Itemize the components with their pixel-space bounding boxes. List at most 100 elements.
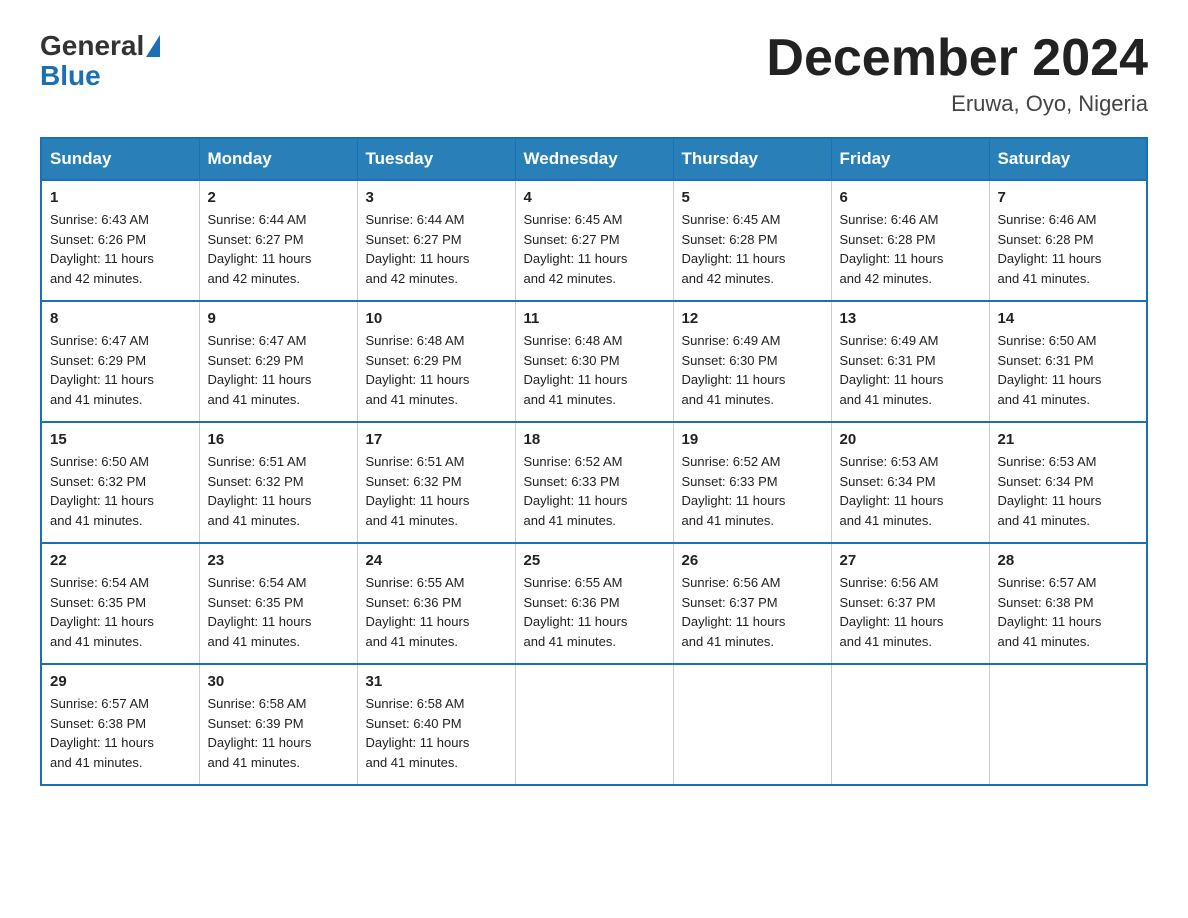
calendar-week-3: 15 Sunrise: 6:50 AMSunset: 6:32 PMDaylig… [41,422,1147,543]
calendar-cell: 5 Sunrise: 6:45 AMSunset: 6:28 PMDayligh… [673,180,831,301]
day-info: Sunrise: 6:57 AMSunset: 6:38 PMDaylight:… [998,573,1139,651]
day-info: Sunrise: 6:55 AMSunset: 6:36 PMDaylight:… [366,573,507,651]
day-number: 31 [366,673,507,690]
day-number: 19 [682,431,823,448]
day-info: Sunrise: 6:47 AMSunset: 6:29 PMDaylight:… [208,331,349,409]
day-info: Sunrise: 6:46 AMSunset: 6:28 PMDaylight:… [840,210,981,288]
day-number: 2 [208,189,349,206]
weekday-header-saturday: Saturday [989,138,1147,180]
day-info: Sunrise: 6:56 AMSunset: 6:37 PMDaylight:… [840,573,981,651]
calendar-cell: 25 Sunrise: 6:55 AMSunset: 6:36 PMDaylig… [515,543,673,664]
day-number: 5 [682,189,823,206]
page-header: General Blue December 2024 Eruwa, Oyo, N… [40,30,1148,117]
calendar-cell: 14 Sunrise: 6:50 AMSunset: 6:31 PMDaylig… [989,301,1147,422]
day-info: Sunrise: 6:46 AMSunset: 6:28 PMDaylight:… [998,210,1139,288]
day-info: Sunrise: 6:49 AMSunset: 6:30 PMDaylight:… [682,331,823,409]
calendar-cell: 16 Sunrise: 6:51 AMSunset: 6:32 PMDaylig… [199,422,357,543]
day-number: 15 [50,431,191,448]
day-info: Sunrise: 6:51 AMSunset: 6:32 PMDaylight:… [366,452,507,530]
calendar-cell: 22 Sunrise: 6:54 AMSunset: 6:35 PMDaylig… [41,543,199,664]
weekday-header-row: SundayMondayTuesdayWednesdayThursdayFrid… [41,138,1147,180]
weekday-header-thursday: Thursday [673,138,831,180]
logo-triangle-icon [146,35,160,57]
calendar-cell: 18 Sunrise: 6:52 AMSunset: 6:33 PMDaylig… [515,422,673,543]
calendar-cell: 13 Sunrise: 6:49 AMSunset: 6:31 PMDaylig… [831,301,989,422]
day-number: 28 [998,552,1139,569]
day-info: Sunrise: 6:47 AMSunset: 6:29 PMDaylight:… [50,331,191,409]
day-number: 24 [366,552,507,569]
day-info: Sunrise: 6:54 AMSunset: 6:35 PMDaylight:… [50,573,191,651]
weekday-header-tuesday: Tuesday [357,138,515,180]
day-number: 12 [682,310,823,327]
calendar-cell: 2 Sunrise: 6:44 AMSunset: 6:27 PMDayligh… [199,180,357,301]
calendar-cell: 7 Sunrise: 6:46 AMSunset: 6:28 PMDayligh… [989,180,1147,301]
day-info: Sunrise: 6:57 AMSunset: 6:38 PMDaylight:… [50,694,191,772]
logo-general-text: General [40,30,144,62]
calendar-cell: 1 Sunrise: 6:43 AMSunset: 6:26 PMDayligh… [41,180,199,301]
calendar-cell: 23 Sunrise: 6:54 AMSunset: 6:35 PMDaylig… [199,543,357,664]
day-number: 22 [50,552,191,569]
day-number: 29 [50,673,191,690]
day-info: Sunrise: 6:58 AMSunset: 6:39 PMDaylight:… [208,694,349,772]
day-number: 13 [840,310,981,327]
day-info: Sunrise: 6:45 AMSunset: 6:27 PMDaylight:… [524,210,665,288]
calendar-cell: 28 Sunrise: 6:57 AMSunset: 6:38 PMDaylig… [989,543,1147,664]
day-number: 25 [524,552,665,569]
day-number: 18 [524,431,665,448]
day-info: Sunrise: 6:52 AMSunset: 6:33 PMDaylight:… [524,452,665,530]
calendar-cell: 3 Sunrise: 6:44 AMSunset: 6:27 PMDayligh… [357,180,515,301]
calendar-cell: 24 Sunrise: 6:55 AMSunset: 6:36 PMDaylig… [357,543,515,664]
calendar-cell: 9 Sunrise: 6:47 AMSunset: 6:29 PMDayligh… [199,301,357,422]
weekday-header-sunday: Sunday [41,138,199,180]
calendar-cell: 31 Sunrise: 6:58 AMSunset: 6:40 PMDaylig… [357,664,515,785]
calendar-cell: 20 Sunrise: 6:53 AMSunset: 6:34 PMDaylig… [831,422,989,543]
day-info: Sunrise: 6:58 AMSunset: 6:40 PMDaylight:… [366,694,507,772]
calendar-cell: 4 Sunrise: 6:45 AMSunset: 6:27 PMDayligh… [515,180,673,301]
day-info: Sunrise: 6:51 AMSunset: 6:32 PMDaylight:… [208,452,349,530]
calendar-cell: 26 Sunrise: 6:56 AMSunset: 6:37 PMDaylig… [673,543,831,664]
day-info: Sunrise: 6:48 AMSunset: 6:29 PMDaylight:… [366,331,507,409]
calendar-cell [989,664,1147,785]
day-number: 4 [524,189,665,206]
calendar-cell: 21 Sunrise: 6:53 AMSunset: 6:34 PMDaylig… [989,422,1147,543]
calendar-week-1: 1 Sunrise: 6:43 AMSunset: 6:26 PMDayligh… [41,180,1147,301]
day-number: 23 [208,552,349,569]
logo-blue-text: Blue [40,60,101,92]
header-right: December 2024 Eruwa, Oyo, Nigeria [766,30,1148,117]
logo: General Blue [40,30,160,92]
day-info: Sunrise: 6:53 AMSunset: 6:34 PMDaylight:… [840,452,981,530]
calendar-cell [673,664,831,785]
calendar-cell: 6 Sunrise: 6:46 AMSunset: 6:28 PMDayligh… [831,180,989,301]
day-info: Sunrise: 6:50 AMSunset: 6:32 PMDaylight:… [50,452,191,530]
day-info: Sunrise: 6:52 AMSunset: 6:33 PMDaylight:… [682,452,823,530]
calendar-cell: 8 Sunrise: 6:47 AMSunset: 6:29 PMDayligh… [41,301,199,422]
weekday-header-friday: Friday [831,138,989,180]
calendar-cell [515,664,673,785]
calendar-week-5: 29 Sunrise: 6:57 AMSunset: 6:38 PMDaylig… [41,664,1147,785]
day-info: Sunrise: 6:43 AMSunset: 6:26 PMDaylight:… [50,210,191,288]
day-number: 26 [682,552,823,569]
day-info: Sunrise: 6:48 AMSunset: 6:30 PMDaylight:… [524,331,665,409]
day-number: 10 [366,310,507,327]
day-number: 11 [524,310,665,327]
day-info: Sunrise: 6:56 AMSunset: 6:37 PMDaylight:… [682,573,823,651]
day-info: Sunrise: 6:50 AMSunset: 6:31 PMDaylight:… [998,331,1139,409]
day-number: 21 [998,431,1139,448]
day-number: 6 [840,189,981,206]
weekday-header-wednesday: Wednesday [515,138,673,180]
calendar-cell: 27 Sunrise: 6:56 AMSunset: 6:37 PMDaylig… [831,543,989,664]
day-number: 30 [208,673,349,690]
calendar-cell: 12 Sunrise: 6:49 AMSunset: 6:30 PMDaylig… [673,301,831,422]
calendar-cell: 17 Sunrise: 6:51 AMSunset: 6:32 PMDaylig… [357,422,515,543]
day-info: Sunrise: 6:44 AMSunset: 6:27 PMDaylight:… [208,210,349,288]
day-info: Sunrise: 6:54 AMSunset: 6:35 PMDaylight:… [208,573,349,651]
month-title: December 2024 [766,30,1148,87]
location-subtitle: Eruwa, Oyo, Nigeria [766,91,1148,117]
calendar-cell: 11 Sunrise: 6:48 AMSunset: 6:30 PMDaylig… [515,301,673,422]
calendar-cell: 10 Sunrise: 6:48 AMSunset: 6:29 PMDaylig… [357,301,515,422]
calendar-cell: 30 Sunrise: 6:58 AMSunset: 6:39 PMDaylig… [199,664,357,785]
calendar-week-2: 8 Sunrise: 6:47 AMSunset: 6:29 PMDayligh… [41,301,1147,422]
day-info: Sunrise: 6:49 AMSunset: 6:31 PMDaylight:… [840,331,981,409]
day-number: 1 [50,189,191,206]
day-number: 20 [840,431,981,448]
